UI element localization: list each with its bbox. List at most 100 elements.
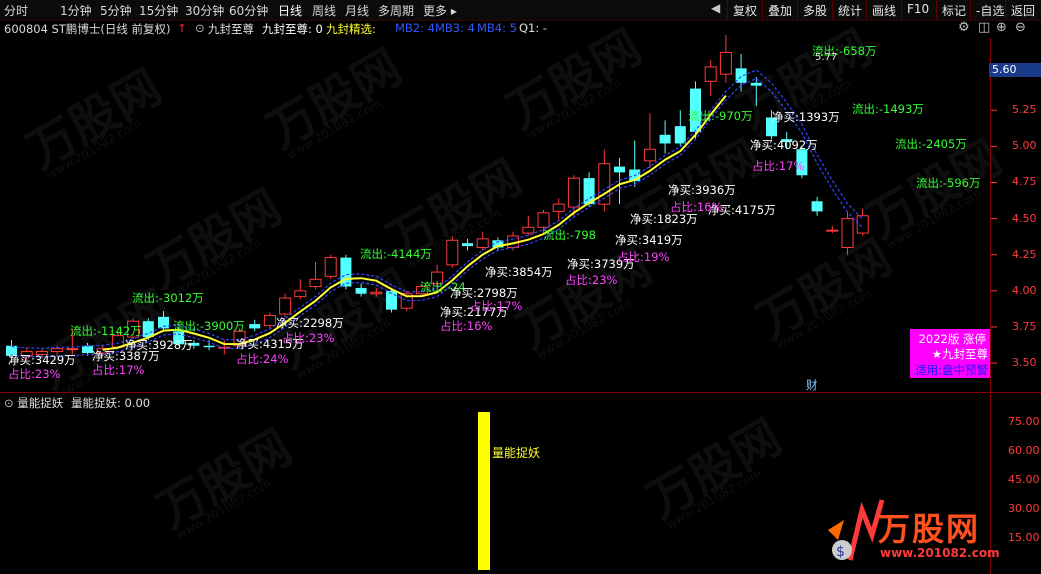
- candle-body: [841, 218, 854, 249]
- candle-body: [522, 226, 535, 234]
- candle[interactable]: [355, 283, 367, 297]
- logo-text: 万股网: [878, 510, 981, 548]
- flow-annotation: 净买:1393万: [772, 110, 840, 124]
- sub-panel-header: ⊙ 量能捉妖 量能捉妖: 0.00: [4, 395, 150, 411]
- candle[interactable]: [811, 196, 823, 216]
- candle[interactable]: [643, 113, 656, 169]
- candle-body: [446, 239, 459, 266]
- price-tick-4: 4.50: [1012, 211, 1037, 225]
- flow-annotation: 净买:2298万: [276, 316, 344, 330]
- candle-body: [66, 348, 79, 351]
- candle-body: [659, 134, 671, 144]
- flow-annotation: 净买:4092万: [750, 138, 818, 152]
- candlestick-chart[interactable]: [0, 0, 1041, 574]
- flow-annotation: 流出:-3012万: [132, 291, 204, 305]
- candle-body: [142, 321, 154, 338]
- price-tick-2: 5.00: [1012, 139, 1037, 153]
- flow-annotation: 占比:23%: [565, 273, 618, 287]
- price-tick-5: 4.25: [1012, 247, 1037, 261]
- flow-annotation: 占比:19%: [617, 250, 670, 264]
- candle-body: [750, 82, 762, 86]
- sub-axis-tick-2: 45.00: [1008, 473, 1040, 486]
- flow-annotation: 占比:24%: [236, 352, 289, 366]
- price-tick-8: 3.50: [1012, 356, 1037, 370]
- candle-body: [355, 287, 367, 294]
- candle[interactable]: [522, 215, 535, 236]
- candle[interactable]: [659, 120, 671, 154]
- flow-annotation: 净买:3936万: [668, 183, 736, 197]
- flow-annotation: 流出:-596万: [916, 176, 981, 190]
- promo-line3: 适用:盘中预警: [915, 363, 988, 377]
- candle[interactable]: [841, 211, 854, 255]
- candle[interactable]: [856, 208, 869, 236]
- flow-annotation: 占比:23%: [8, 367, 61, 381]
- candle-body: [643, 148, 656, 162]
- candle-body: [294, 290, 307, 298]
- candle-body: [567, 177, 580, 208]
- flow-annotation: 净买:3419万: [615, 233, 683, 247]
- svg-text:$: $: [836, 544, 845, 560]
- price-tick-7: 3.75: [1012, 319, 1037, 333]
- finance-badge[interactable]: 财: [806, 377, 818, 393]
- candle-body: [704, 66, 717, 82]
- candle[interactable]: [324, 254, 337, 280]
- candle-body: [370, 291, 383, 295]
- sub-axis-tick-1: 60.00: [1008, 444, 1040, 457]
- candle[interactable]: [446, 235, 459, 268]
- current-price-tag: 5.60: [989, 63, 1041, 77]
- candle-body: [552, 203, 565, 212]
- flow-annotation: 流出:-1493万: [852, 102, 924, 116]
- candle-body: [324, 257, 337, 277]
- candle[interactable]: [340, 254, 352, 290]
- promo-box[interactable]: 2022版 涨停 ★九封至尊 适用:盘中预警: [910, 329, 990, 378]
- high-price-marker: 5.77: [815, 52, 838, 63]
- price-tick-3: 4.75: [1012, 175, 1037, 189]
- candle-body: [462, 243, 473, 247]
- flow-annotation: 占比:17%: [92, 363, 145, 377]
- candle[interactable]: [598, 149, 611, 212]
- candle[interactable]: [249, 319, 261, 332]
- candle[interactable]: [719, 35, 732, 83]
- flow-annotation: 流出:-3900万: [173, 319, 245, 333]
- candle[interactable]: [826, 225, 839, 234]
- candle[interactable]: [279, 293, 292, 317]
- candle-body: [856, 215, 869, 234]
- sub-axis-tick-3: 30.00: [1008, 502, 1040, 515]
- candle-body: [263, 314, 276, 327]
- candle-body: [309, 278, 322, 288]
- candle[interactable]: [704, 59, 717, 96]
- candle-body: [203, 345, 215, 348]
- sub-panel-value: 量能捉妖: 0.00: [70, 396, 151, 410]
- volume-bar: [478, 412, 490, 570]
- promo-line1: 2022版 涨停: [918, 332, 986, 346]
- candle[interactable]: [370, 287, 383, 297]
- candle[interactable]: [309, 261, 322, 290]
- candle-body: [719, 51, 732, 75]
- candle-body: [826, 229, 839, 232]
- site-logo: $ 万股网 www.201082.com: [820, 490, 1000, 574]
- flow-annotation: 占比:23%: [282, 331, 335, 345]
- sub-panel-title[interactable]: 量能捉妖: [17, 396, 63, 410]
- flow-annotation: 占比:17%: [752, 159, 805, 173]
- candle[interactable]: [614, 157, 625, 205]
- candle[interactable]: [203, 339, 215, 351]
- promo-line2: ★九封至尊: [931, 347, 988, 361]
- sub-collapse-icon[interactable]: ⊙: [4, 396, 17, 410]
- candle[interactable]: [294, 279, 307, 300]
- candle[interactable]: [750, 77, 762, 106]
- candle[interactable]: [476, 231, 489, 251]
- flow-annotation: 净买:3854万: [485, 265, 553, 279]
- flow-annotation: 流出:-970万: [688, 109, 753, 123]
- candle-body: [537, 212, 550, 228]
- candle[interactable]: [462, 238, 473, 251]
- sub-axis-tick-4: 15.00: [1008, 531, 1040, 544]
- candle-body: [249, 324, 261, 329]
- flow-annotation: 占比:17%: [470, 299, 523, 313]
- candle[interactable]: [674, 110, 686, 147]
- sub-axis-tick-0: 75.00: [1008, 415, 1040, 428]
- flow-annotation: 流出:-4144万: [360, 247, 432, 261]
- candle-body: [614, 166, 625, 173]
- flow-annotation: 流出:-798: [543, 228, 596, 242]
- price-tick-1: 5.25: [1012, 103, 1037, 117]
- flow-annotation: 占比:16%: [670, 200, 723, 214]
